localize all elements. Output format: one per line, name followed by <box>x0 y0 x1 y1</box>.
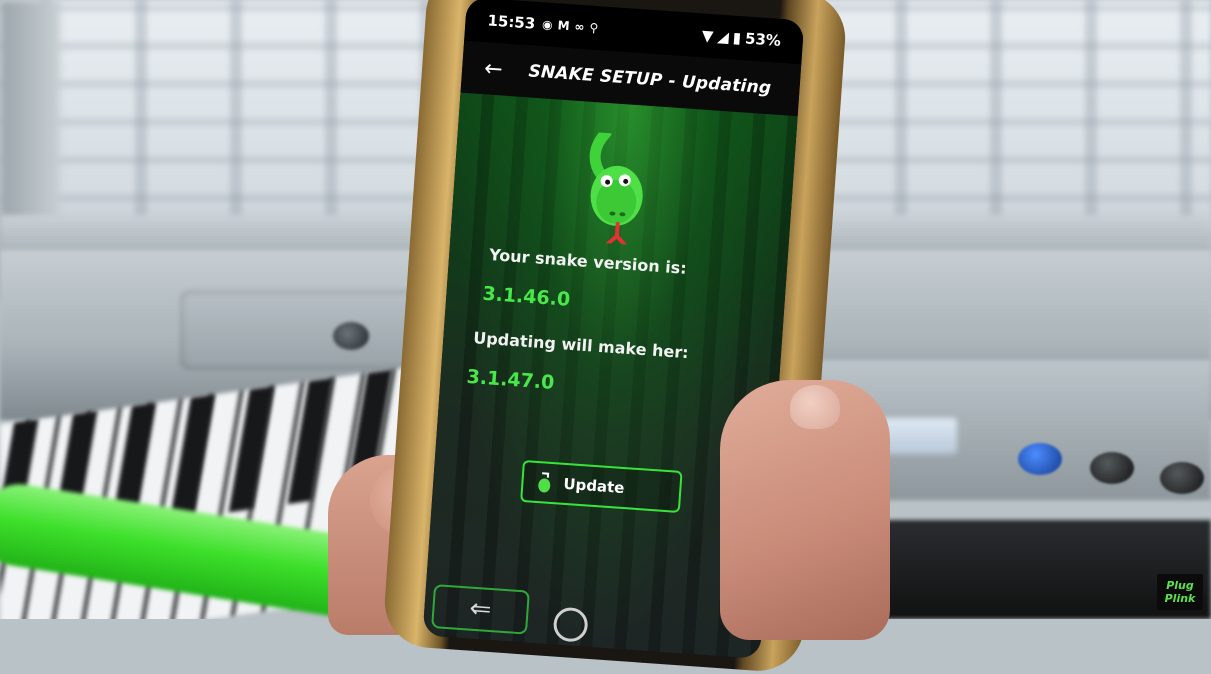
battery-percent: 53% <box>744 29 782 50</box>
next-version-label: Updating will make her: <box>472 328 690 363</box>
thumb-nail <box>790 385 840 429</box>
gmail-icon: M <box>557 18 571 34</box>
watermark-line-1: Plug <box>1166 579 1194 592</box>
battery-icon: ▮ <box>732 28 742 48</box>
status-left: 15:53 ◉ M ∞ ⚲ <box>487 11 599 37</box>
current-version-value: 3.1.46.0 <box>481 282 571 311</box>
notification-icon: ⚲ <box>589 20 599 36</box>
next-version-value: 3.1.47.0 <box>465 365 555 394</box>
watermark-line-2: Plink <box>1164 592 1196 605</box>
synth-black-button <box>1160 462 1204 494</box>
page-title: SNAKE SETUP - Updating <box>527 61 772 99</box>
status-right: ▼ ◢ ▮ 53% <box>701 26 781 49</box>
update-button-label: Update <box>562 474 626 498</box>
current-version-label: Your snake version is: <box>488 245 688 278</box>
synth-black-button <box>1090 452 1134 484</box>
synth-blue-button <box>1018 443 1062 475</box>
synth-knob <box>333 322 369 350</box>
status-notification-icons: ◉ M ∞ ⚲ <box>542 17 599 35</box>
voicemail-icon: ∞ <box>574 19 586 35</box>
channel-watermark-logo: Plug Plink <box>1157 574 1203 610</box>
wifi-icon: ▼ <box>701 26 714 46</box>
status-time: 15:53 <box>486 11 536 33</box>
nav-back-button[interactable]: ⇐ <box>431 584 530 635</box>
nav-home-button[interactable] <box>552 606 589 643</box>
snake-update-icon <box>538 472 551 493</box>
back-arrow-icon[interactable]: ← <box>483 56 503 82</box>
snake-icon <box>589 130 643 247</box>
signal-icon: ◢ <box>716 27 730 47</box>
whatsapp-icon: ◉ <box>541 17 554 32</box>
update-button[interactable]: Update <box>520 459 683 513</box>
back-double-arrow-icon: ⇐ <box>468 593 493 626</box>
